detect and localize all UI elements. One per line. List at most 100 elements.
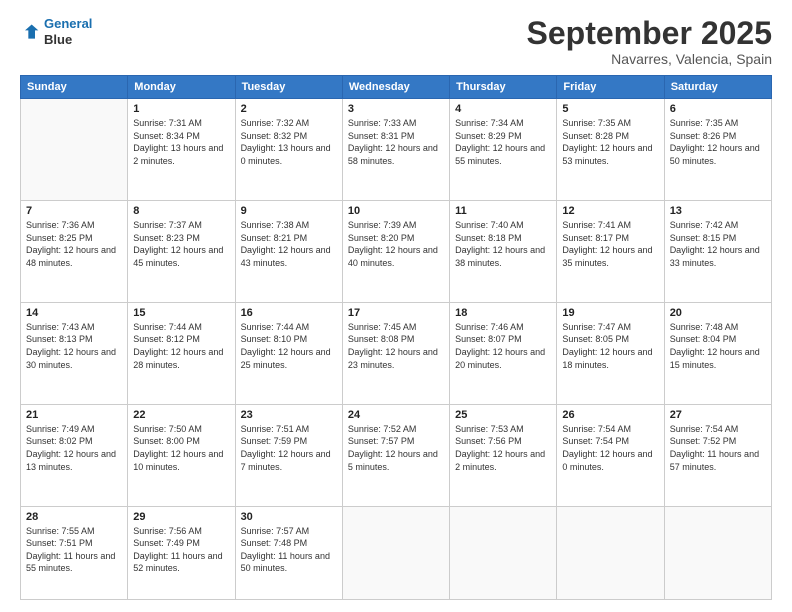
day-cell: 21 Sunrise: 7:49 AMSunset: 8:02 PMDayligh… [21,404,128,506]
logo-icon [20,22,40,42]
day-info: Sunrise: 7:49 AMSunset: 8:02 PMDaylight:… [26,423,122,473]
day-info: Sunrise: 7:57 AMSunset: 7:48 PMDaylight:… [241,525,337,575]
day-info: Sunrise: 7:47 AMSunset: 8:05 PMDaylight:… [562,321,658,371]
logo: General Blue [20,16,92,47]
day-cell: 1 Sunrise: 7:31 AMSunset: 8:34 PMDaylight… [128,99,235,201]
day-cell: 14 Sunrise: 7:43 AMSunset: 8:13 PMDayligh… [21,302,128,404]
day-cell: 10 Sunrise: 7:39 AMSunset: 8:20 PMDayligh… [342,201,449,303]
day-number: 1 [133,103,229,115]
day-cell: 12 Sunrise: 7:41 AMSunset: 8:17 PMDayligh… [557,201,664,303]
day-number: 15 [133,307,229,319]
day-number: 21 [26,409,122,421]
weekday-header-saturday: Saturday [664,76,771,99]
day-number: 29 [133,511,229,523]
day-number: 12 [562,205,658,217]
week-row-3: 14 Sunrise: 7:43 AMSunset: 8:13 PMDayligh… [21,302,772,404]
day-number: 5 [562,103,658,115]
day-number: 8 [133,205,229,217]
day-info: Sunrise: 7:41 AMSunset: 8:17 PMDaylight:… [562,219,658,269]
day-info: Sunrise: 7:52 AMSunset: 7:57 PMDaylight:… [348,423,444,473]
day-cell: 22 Sunrise: 7:50 AMSunset: 8:00 PMDayligh… [128,404,235,506]
weekday-header-friday: Friday [557,76,664,99]
calendar-table: SundayMondayTuesdayWednesdayThursdayFrid… [20,75,772,600]
day-cell: 20 Sunrise: 7:48 AMSunset: 8:04 PMDayligh… [664,302,771,404]
day-info: Sunrise: 7:40 AMSunset: 8:18 PMDaylight:… [455,219,551,269]
day-cell: 13 Sunrise: 7:42 AMSunset: 8:15 PMDayligh… [664,201,771,303]
day-cell: 4 Sunrise: 7:34 AMSunset: 8:29 PMDaylight… [450,99,557,201]
day-number: 14 [26,307,122,319]
day-info: Sunrise: 7:44 AMSunset: 8:12 PMDaylight:… [133,321,229,371]
day-number: 10 [348,205,444,217]
week-row-5: 28 Sunrise: 7:55 AMSunset: 7:51 PMDayligh… [21,506,772,599]
day-number: 22 [133,409,229,421]
day-number: 11 [455,205,551,217]
day-number: 17 [348,307,444,319]
day-info: Sunrise: 7:33 AMSunset: 8:31 PMDaylight:… [348,117,444,167]
header: General Blue September 2025 Navarres, Va… [20,16,772,67]
day-number: 16 [241,307,337,319]
week-row-1: 1 Sunrise: 7:31 AMSunset: 8:34 PMDaylight… [21,99,772,201]
day-info: Sunrise: 7:48 AMSunset: 8:04 PMDaylight:… [670,321,766,371]
calendar-page: General Blue September 2025 Navarres, Va… [0,0,792,612]
day-cell: 24Sunrise: 7:52 AMSunset: 7:57 PMDayligh… [342,404,449,506]
day-cell [557,506,664,599]
day-cell: 2Sunrise: 7:32 AMSunset: 8:32 PMDaylight… [235,99,342,201]
week-row-2: 7Sunrise: 7:36 AMSunset: 8:25 PMDaylight… [21,201,772,303]
day-cell: 9 Sunrise: 7:38 AMSunset: 8:21 PMDaylight… [235,201,342,303]
day-info: Sunrise: 7:31 AMSunset: 8:34 PMDaylight:… [133,117,229,167]
day-cell: 26Sunrise: 7:54 AMSunset: 7:54 PMDayligh… [557,404,664,506]
day-info: Sunrise: 7:36 AMSunset: 8:25 PMDaylight:… [26,219,122,269]
day-info: Sunrise: 7:51 AMSunset: 7:59 PMDaylight:… [241,423,337,473]
day-cell: 18Sunrise: 7:46 AMSunset: 8:07 PMDayligh… [450,302,557,404]
day-cell: 15 Sunrise: 7:44 AMSunset: 8:12 PMDayligh… [128,302,235,404]
day-cell: 29 Sunrise: 7:56 AMSunset: 7:49 PMDayligh… [128,506,235,599]
day-info: Sunrise: 7:50 AMSunset: 8:00 PMDaylight:… [133,423,229,473]
day-cell: 8 Sunrise: 7:37 AMSunset: 8:23 PMDaylight… [128,201,235,303]
day-info: Sunrise: 7:34 AMSunset: 8:29 PMDaylight:… [455,117,551,167]
day-number: 23 [241,409,337,421]
day-info: Sunrise: 7:42 AMSunset: 8:15 PMDaylight:… [670,219,766,269]
day-info: Sunrise: 7:55 AMSunset: 7:51 PMDaylight:… [26,525,122,575]
location: Navarres, Valencia, Spain [527,51,772,67]
day-info: Sunrise: 7:35 AMSunset: 8:26 PMDaylight:… [670,117,766,167]
day-info: Sunrise: 7:45 AMSunset: 8:08 PMDaylight:… [348,321,444,371]
day-cell: 17 Sunrise: 7:45 AMSunset: 8:08 PMDayligh… [342,302,449,404]
day-info: Sunrise: 7:38 AMSunset: 8:21 PMDaylight:… [241,219,337,269]
weekday-header-thursday: Thursday [450,76,557,99]
day-cell: 25Sunrise: 7:53 AMSunset: 7:56 PMDayligh… [450,404,557,506]
day-cell: 28 Sunrise: 7:55 AMSunset: 7:51 PMDayligh… [21,506,128,599]
weekday-header-sunday: Sunday [21,76,128,99]
day-cell: 6 Sunrise: 7:35 AMSunset: 8:26 PMDaylight… [664,99,771,201]
day-number: 28 [26,511,122,523]
day-number: 3 [348,103,444,115]
day-number: 4 [455,103,551,115]
day-number: 2 [241,103,337,115]
day-info: Sunrise: 7:37 AMSunset: 8:23 PMDaylight:… [133,219,229,269]
day-cell: 30Sunrise: 7:57 AMSunset: 7:48 PMDayligh… [235,506,342,599]
day-number: 27 [670,409,766,421]
day-number: 26 [562,409,658,421]
day-cell: 7Sunrise: 7:36 AMSunset: 8:25 PMDaylight… [21,201,128,303]
day-cell: 19 Sunrise: 7:47 AMSunset: 8:05 PMDayligh… [557,302,664,404]
day-cell [342,506,449,599]
week-row-4: 21 Sunrise: 7:49 AMSunset: 8:02 PMDayligh… [21,404,772,506]
day-info: Sunrise: 7:56 AMSunset: 7:49 PMDaylight:… [133,525,229,575]
day-cell: 3 Sunrise: 7:33 AMSunset: 8:31 PMDaylight… [342,99,449,201]
day-info: Sunrise: 7:39 AMSunset: 8:20 PMDaylight:… [348,219,444,269]
day-number: 13 [670,205,766,217]
day-cell: 27 Sunrise: 7:54 AMSunset: 7:52 PMDayligh… [664,404,771,506]
day-info: Sunrise: 7:43 AMSunset: 8:13 PMDaylight:… [26,321,122,371]
day-info: Sunrise: 7:44 AMSunset: 8:10 PMDaylight:… [241,321,337,371]
logo-text: General Blue [44,16,92,47]
day-cell: 16 Sunrise: 7:44 AMSunset: 8:10 PMDayligh… [235,302,342,404]
day-number: 19 [562,307,658,319]
day-number: 9 [241,205,337,217]
day-info: Sunrise: 7:54 AMSunset: 7:52 PMDaylight:… [670,423,766,473]
weekday-header-wednesday: Wednesday [342,76,449,99]
day-cell: 5Sunrise: 7:35 AMSunset: 8:28 PMDaylight… [557,99,664,201]
day-number: 6 [670,103,766,115]
day-number: 20 [670,307,766,319]
day-info: Sunrise: 7:46 AMSunset: 8:07 PMDaylight:… [455,321,551,371]
day-cell [664,506,771,599]
weekday-header-tuesday: Tuesday [235,76,342,99]
